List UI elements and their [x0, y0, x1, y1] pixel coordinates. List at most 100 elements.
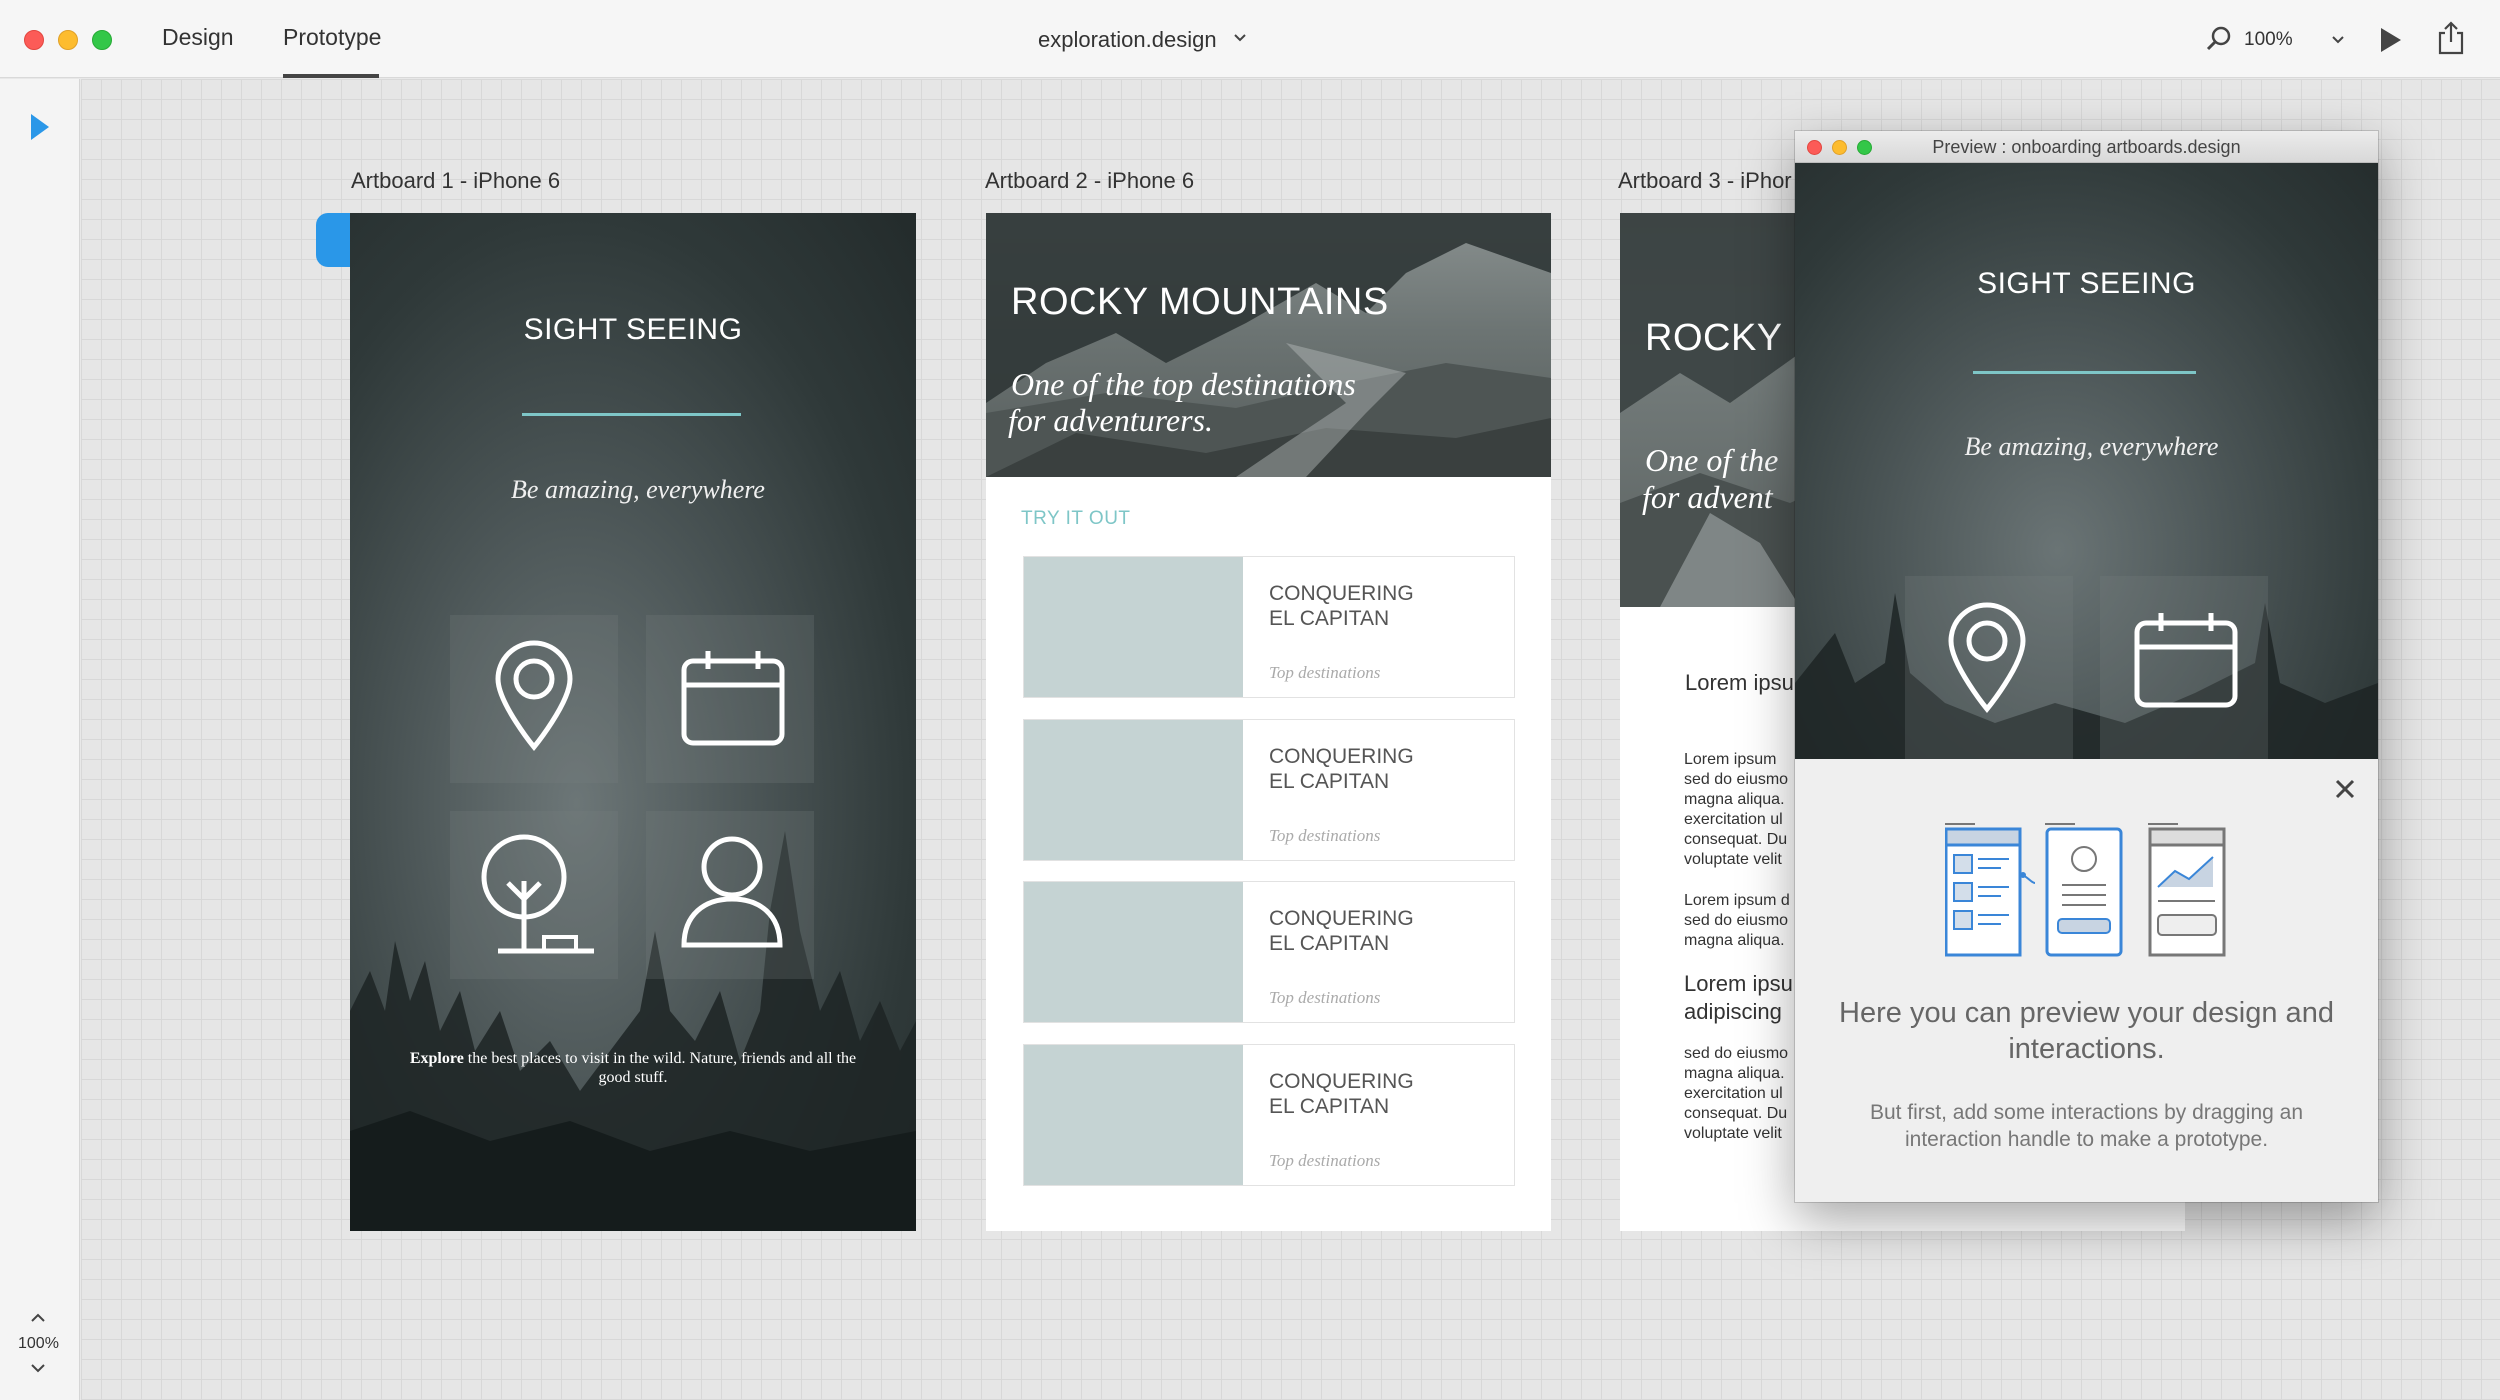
chevron-down-icon[interactable] [29, 1361, 47, 1375]
forest-background [350, 831, 916, 1231]
artboard-1-title: SIGHT SEEING [523, 313, 743, 346]
text-line: Lorem ipsum [1684, 751, 1777, 768]
location-pin-icon [1948, 602, 2026, 713]
window-close-button[interactable] [24, 30, 44, 50]
tab-prototype[interactable]: Prototype [283, 24, 381, 51]
window-maximize-button[interactable] [92, 30, 112, 50]
text-line: sed do eiusmo [1684, 1045, 1789, 1062]
artboard-3-hero-title: ROCKY I [1645, 317, 1805, 359]
preview-screen[interactable]: SIGHT SEEING Be amazing, everywhere [1795, 163, 2378, 759]
artboard-3-label[interactable]: Artboard 3 - iPhor [1618, 168, 1792, 194]
card-title-line-2: EL CAPITAN [1269, 1095, 1390, 1118]
text-line: Lorem ipsum d [1684, 892, 1790, 909]
text-line: voluptate velit [1684, 851, 1782, 868]
text-line: sed do eiusmo [1684, 912, 1789, 929]
card-subtitle: Top destinations [1269, 663, 1381, 682]
card-title-line-1: CONQUERING [1269, 582, 1414, 605]
select-tool-icon[interactable] [28, 112, 52, 142]
footer-text: the best places to visit in the wild. Na… [463, 1050, 857, 1086]
text-line: exercitation ul [1684, 1085, 1783, 1102]
destination-card[interactable]: CONQUERING EL CAPITAN Top destinations [1023, 719, 1515, 861]
text-line: magna aliqua. [1684, 791, 1785, 808]
lorem-paragraph-2: Lorem ipsum d sed do eiusmo magna aliqua… [1684, 891, 1790, 951]
card-title: CONQUERING EL CAPITAN [1269, 744, 1499, 794]
text-line: consequat. Du [1684, 831, 1788, 848]
card-title: CONQUERING EL CAPITAN [1269, 581, 1499, 631]
card-image [1024, 1045, 1243, 1185]
card-image [1024, 882, 1243, 1022]
document-title[interactable]: exploration.design [1038, 27, 1217, 53]
text-line: sed do eiusmo [1684, 771, 1789, 788]
preview-title-bar[interactable]: Preview : onboarding artboards.design [1795, 131, 2378, 163]
calendar-icon [681, 651, 785, 746]
artboard-1-tagline: Be amazing, everywhere [511, 475, 765, 504]
destination-card[interactable]: CONQUERING EL CAPITAN Top destinations [1023, 1044, 1515, 1186]
artboard-1-label[interactable]: Artboard 1 - iPhone 6 [351, 168, 560, 194]
user-icon [681, 836, 783, 948]
location-pin-icon [495, 640, 573, 751]
zoom-level-left: 100% [18, 1335, 59, 1352]
hero-title: ROCKY MOUNTAINS [1011, 281, 1389, 323]
chevron-down-icon[interactable] [1232, 30, 1248, 46]
preview-screen-title: SIGHT SEEING [1977, 267, 2196, 300]
destination-card[interactable]: CONQUERING EL CAPITAN Top destinations [1023, 881, 1515, 1023]
lorem-heading-2: Lorem ipsu adipiscing [1684, 970, 1793, 1026]
chevron-up-icon[interactable] [29, 1311, 47, 1325]
share-icon[interactable] [2436, 20, 2466, 56]
zoom-level[interactable]: 100% [2244, 29, 2293, 51]
hero-image: ROCKY MOUNTAINS One of the top destinati… [986, 213, 1551, 477]
active-tab-indicator [283, 74, 379, 78]
play-icon[interactable] [2378, 26, 2404, 54]
section-label: TRY IT OUT [1021, 508, 1131, 529]
window-minimize-button[interactable] [58, 30, 78, 50]
close-icon[interactable] [2333, 777, 2357, 801]
artboard-1-footer: Explore the best places to visit in the … [400, 1049, 866, 1087]
text-line: voluptate velit [1684, 1125, 1782, 1142]
card-title-line-1: CONQUERING [1269, 907, 1414, 930]
card-title-line-2: EL CAPITAN [1269, 770, 1390, 793]
calendar-icon [2134, 613, 2238, 708]
text-line: consequat. Du [1684, 1105, 1788, 1122]
artboard-2-label[interactable]: Artboard 2 - iPhone 6 [985, 168, 1194, 194]
card-title-line-2: EL CAPITAN [1269, 607, 1390, 630]
hero-subtitle-line-2: for adventurers. [1008, 402, 1214, 438]
destination-card[interactable]: CONQUERING EL CAPITAN Top destinations [1023, 556, 1515, 698]
text-line: exercitation ul [1684, 811, 1783, 828]
prototype-illustration-icon [1945, 823, 2226, 957]
artboard-3-hero-subtitle-1: One of the [1645, 442, 1779, 478]
card-image [1024, 557, 1243, 697]
tree-icon [481, 834, 594, 954]
preview-accent-line [1973, 371, 2196, 374]
text-line: magna aliqua. [1684, 1065, 1785, 1082]
left-toolbar: 100% [0, 79, 80, 1400]
card-title: CONQUERING EL CAPITAN [1269, 1069, 1499, 1119]
artboard-1[interactable]: SIGHT SEEING Be amazing, everywhere Expl… [350, 213, 916, 1231]
preview-heading: Here you can preview your design and int… [1839, 997, 2334, 1065]
lorem-heading-1: Lorem ipsu [1685, 670, 1794, 695]
preview-screen-tagline: Be amazing, everywhere [1964, 432, 2219, 461]
text-line: magna aliqua. [1684, 932, 1785, 949]
interaction-handle[interactable] [316, 213, 352, 267]
preview-onboarding-panel: Here you can preview your design and int… [1795, 759, 2378, 1202]
hero-subtitle-line-1: One of the top destinations [1011, 366, 1356, 402]
card-title-line-2: EL CAPITAN [1269, 932, 1390, 955]
zoom-chevron-down-icon[interactable] [2330, 32, 2346, 48]
footer-emphasis: Explore [409, 1050, 464, 1067]
card-title-line-1: CONQUERING [1269, 745, 1414, 768]
card-title-line-1: CONQUERING [1269, 1070, 1414, 1093]
text-line: adipiscing [1684, 999, 1782, 1024]
preview-window[interactable]: Preview : onboarding artboards.design SI… [1795, 131, 2378, 1202]
card-subtitle: Top destinations [1269, 826, 1381, 845]
text-line: Lorem ipsu [1684, 971, 1793, 996]
lorem-paragraph-1: Lorem ipsum sed do eiusmo magna aliqua. … [1684, 750, 1788, 870]
tab-design[interactable]: Design [162, 24, 234, 51]
preview-body-text: But first, add some interactions by drag… [1869, 1101, 2304, 1151]
card-title: CONQUERING EL CAPITAN [1269, 906, 1499, 956]
artboard-2[interactable]: ROCKY MOUNTAINS One of the top destinati… [986, 213, 1551, 1231]
lorem-paragraph-3: sed do eiusmo magna aliqua. exercitation… [1684, 1044, 1788, 1144]
card-image [1024, 720, 1243, 860]
artboard-3-hero-subtitle-2: for advent [1642, 479, 1773, 515]
card-subtitle: Top destinations [1269, 1151, 1381, 1170]
search-icon[interactable] [2204, 24, 2234, 54]
card-subtitle: Top destinations [1269, 988, 1381, 1007]
